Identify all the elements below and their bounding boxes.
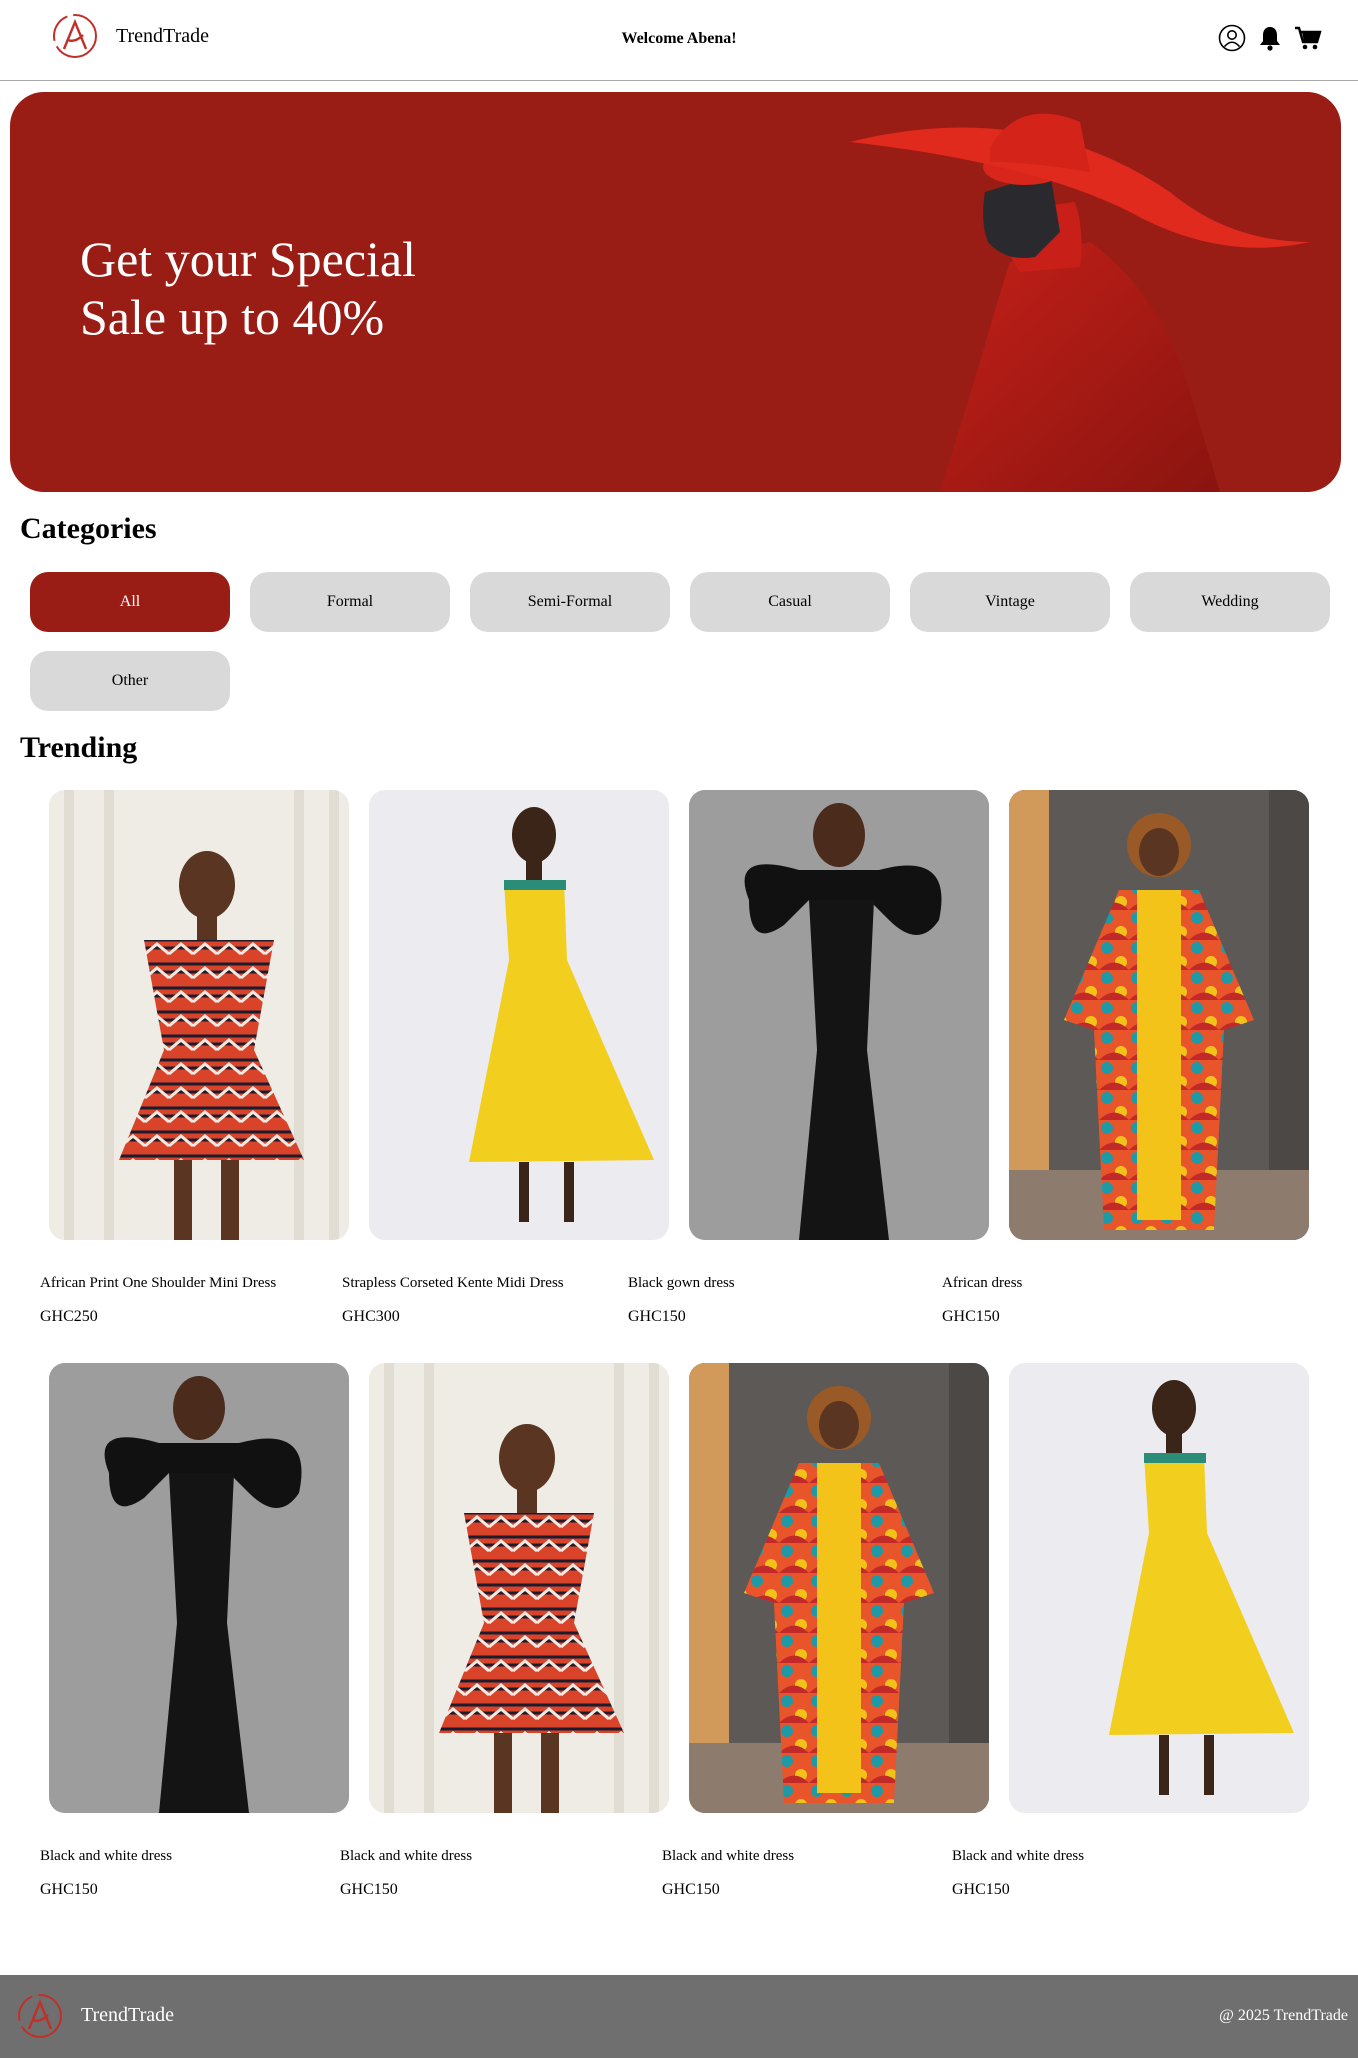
product-price: GHC150: [952, 1881, 1010, 1898]
product-price: GHC150: [340, 1881, 398, 1898]
product-image[interactable]: [369, 790, 669, 1240]
product-price: GHC150: [942, 1308, 1000, 1325]
site-footer: TrendTrade @ 2025 TrendTrade: [0, 1975, 1358, 2058]
promo-text: Get your Special Sale up to 40%: [80, 230, 416, 346]
product-image[interactable]: [49, 790, 349, 1240]
footer-logo-icon: [18, 1994, 62, 2038]
trending-heading: Trending: [20, 731, 138, 764]
footer-copyright: @ 2025 TrendTrade: [1219, 2007, 1348, 2024]
category-vintage-button[interactable]: Vintage: [910, 572, 1110, 632]
promo-line-2: Sale up to 40%: [80, 289, 385, 345]
category-formal-button[interactable]: Formal: [250, 572, 450, 632]
promo-banner[interactable]: Get your Special Sale up to 40%: [10, 92, 1341, 492]
category-semi-formal-button[interactable]: Semi-Formal: [470, 572, 670, 632]
product-name[interactable]: African dress: [942, 1275, 1022, 1292]
top-header: TrendTrade Welcome Abena!: [0, 0, 1358, 81]
product-name[interactable]: Strapless Corseted Kente Midi Dress: [342, 1275, 564, 1292]
product-image[interactable]: [689, 790, 989, 1240]
category-wedding-button[interactable]: Wedding: [1130, 572, 1330, 632]
product-price: GHC300: [342, 1308, 400, 1325]
user-icon[interactable]: [1218, 24, 1246, 52]
product-name[interactable]: African Print One Shoulder Mini Dress: [40, 1275, 276, 1292]
product-name[interactable]: Black gown dress: [628, 1275, 735, 1292]
header-actions: [1218, 24, 1322, 52]
bell-icon[interactable]: [1256, 24, 1284, 52]
product-image[interactable]: [49, 1363, 349, 1813]
product-name[interactable]: Black and white dress: [340, 1848, 472, 1865]
product-name[interactable]: Black and white dress: [952, 1848, 1084, 1865]
welcome-message: Welcome Abena!: [621, 30, 737, 47]
categories-heading: Categories: [20, 512, 157, 545]
category-other-button[interactable]: Other: [30, 651, 230, 711]
promo-line-1: Get your Special: [80, 231, 417, 287]
product-price: GHC150: [40, 1881, 98, 1898]
product-price: GHC150: [662, 1881, 720, 1898]
product-name[interactable]: Black and white dress: [40, 1848, 172, 1865]
product-image[interactable]: [689, 1363, 989, 1813]
product-price: GHC150: [628, 1308, 686, 1325]
footer-brand: TrendTrade: [81, 2004, 174, 2026]
category-all-button[interactable]: All: [30, 572, 230, 632]
product-name[interactable]: Black and white dress: [662, 1848, 794, 1865]
category-casual-button[interactable]: Casual: [690, 572, 890, 632]
product-price: GHC250: [40, 1308, 98, 1325]
product-image[interactable]: [1009, 1363, 1309, 1813]
promo-model-image: [850, 113, 1310, 492]
cart-icon[interactable]: [1294, 24, 1322, 52]
product-image[interactable]: [1009, 790, 1309, 1240]
product-image[interactable]: [369, 1363, 669, 1813]
